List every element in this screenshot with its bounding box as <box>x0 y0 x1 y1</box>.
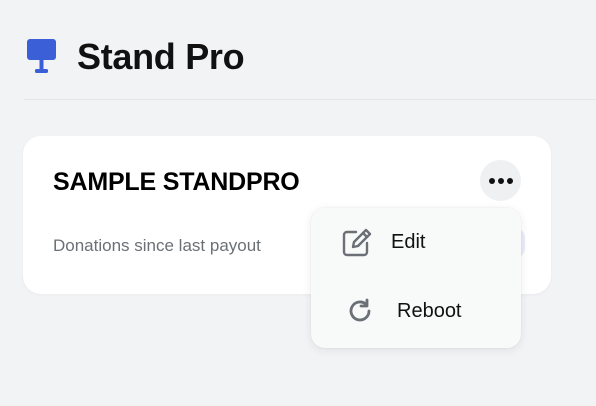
menu-item-reboot-label: Reboot <box>397 299 462 322</box>
page-title: Stand Pro <box>77 36 245 77</box>
donations-label: Donations since last payout <box>53 236 261 255</box>
header-divider <box>24 99 596 100</box>
edit-icon <box>339 224 375 260</box>
more-options-button[interactable] <box>480 160 521 201</box>
more-horizontal-icon <box>488 177 513 184</box>
page-header: Stand Pro <box>26 36 245 78</box>
menu-item-edit-label: Edit <box>391 230 426 253</box>
options-menu: Edit Reboot <box>311 208 521 348</box>
stand-icon <box>27 39 56 73</box>
menu-item-reboot[interactable]: Reboot <box>311 281 521 341</box>
stand-name: SAMPLE STANDPRO <box>53 168 300 196</box>
menu-item-edit[interactable]: Edit <box>311 212 521 272</box>
refresh-icon <box>342 293 378 329</box>
